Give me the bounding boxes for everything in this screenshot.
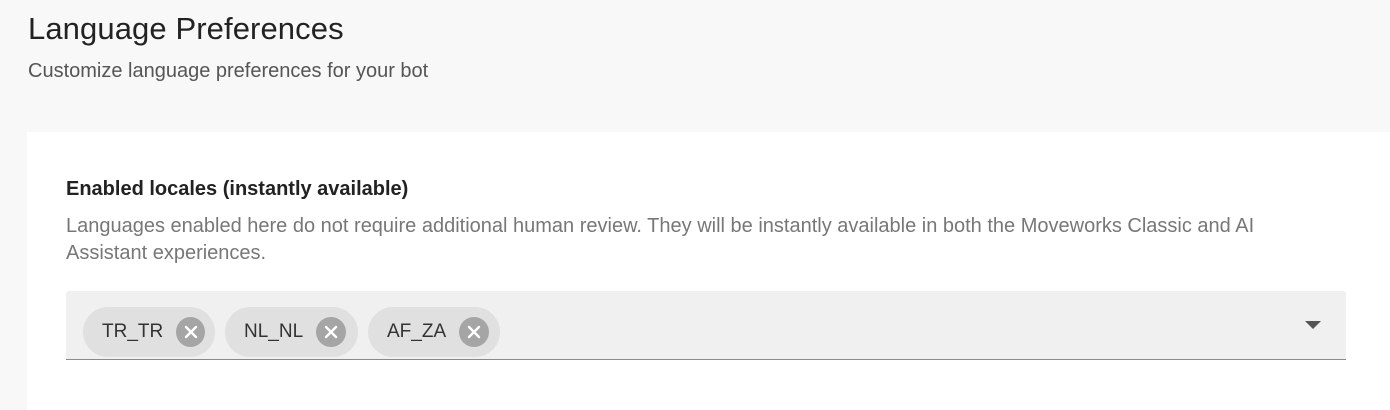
close-circle-icon[interactable] xyxy=(459,317,490,347)
enabled-locales-card: Enabled locales (instantly available) La… xyxy=(27,132,1390,410)
locale-chip-af-za: AF_ZA xyxy=(368,307,500,357)
chip-label: TR_TR xyxy=(102,321,164,342)
page-title: Language Preferences xyxy=(28,11,344,46)
arrow-drop-down-icon[interactable] xyxy=(1305,321,1321,329)
page-subtitle: Customize language preferences for your … xyxy=(28,60,429,82)
locale-chip-tr-tr: TR_TR xyxy=(83,307,215,357)
chip-label: AF_ZA xyxy=(387,321,447,342)
section-description: Languages enabled here do not require ad… xyxy=(66,215,1255,264)
locale-multi-select[interactable]: TR_TR NL_NL AF_ZA xyxy=(66,291,1346,360)
close-circle-icon[interactable] xyxy=(176,317,205,347)
chip-label: NL_NL xyxy=(244,321,304,342)
page-header: Language Preferences Customize language … xyxy=(28,10,428,84)
section-title: Enabled locales (instantly available) xyxy=(66,178,409,200)
locale-chip-nl-nl: NL_NL xyxy=(225,307,358,357)
close-circle-icon[interactable] xyxy=(316,317,347,347)
